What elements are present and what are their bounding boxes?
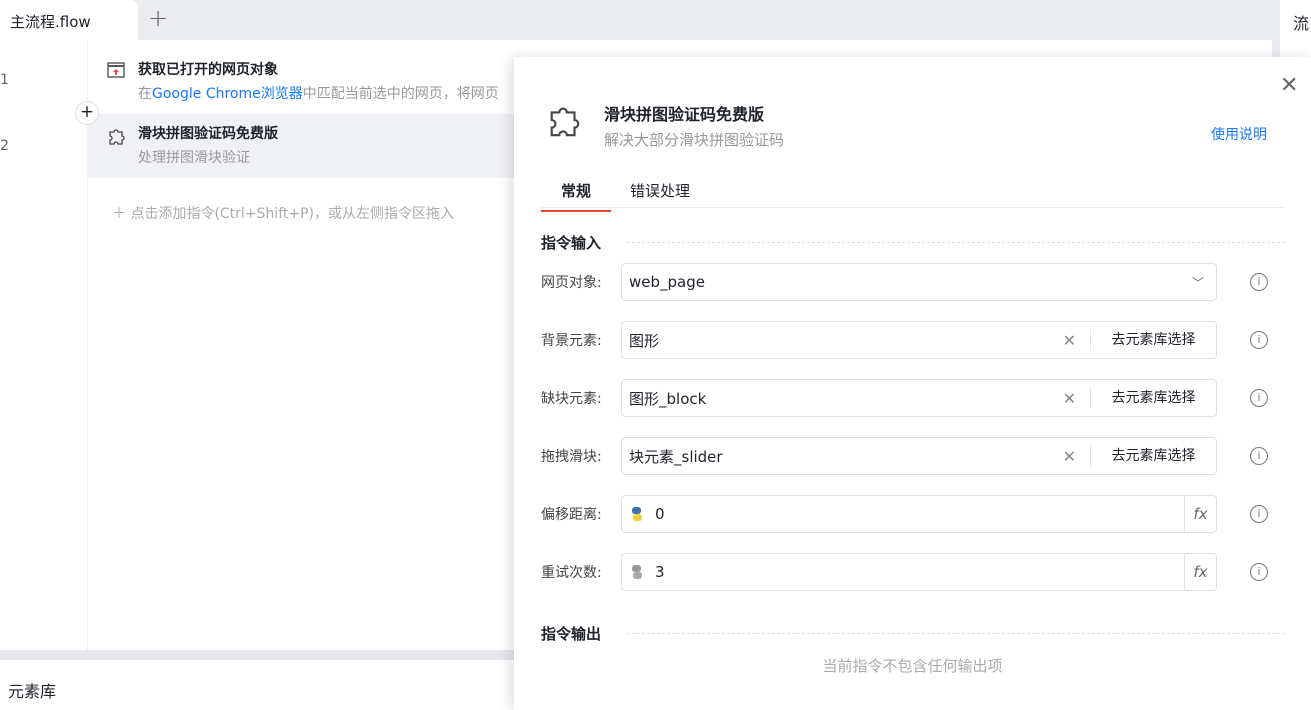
right-panel-title: 流 bbox=[1293, 14, 1310, 33]
tab-error-handling[interactable]: 错误处理 bbox=[630, 180, 690, 201]
tab-bar bbox=[0, 0, 1272, 40]
pick-element-button[interactable]: 去元素库选择 bbox=[1090, 387, 1216, 409]
step-title: 获取已打开的网页对象 bbox=[138, 62, 278, 78]
add-tab-button[interactable]: + bbox=[148, 4, 168, 32]
field-slider: 拖拽滑块: 块元素_slider ✕ 去元素库选择 i bbox=[541, 437, 1291, 475]
settings-tabs: 常规 错误处理 bbox=[541, 176, 1285, 212]
step-desc: 处理拼图滑块验证 bbox=[138, 150, 250, 166]
fx-button[interactable]: fx bbox=[1184, 496, 1216, 532]
info-icon[interactable]: i bbox=[1250, 273, 1268, 291]
line-gutter bbox=[0, 40, 88, 650]
tab-main-flow[interactable]: 主流程.flow bbox=[0, 0, 138, 40]
step-title: 滑块拼图验证码免费版 bbox=[138, 126, 278, 142]
offset-input[interactable]: 0 fx bbox=[621, 495, 1217, 533]
step-slider-captcha[interactable]: 滑块拼图验证码免费版 处理拼图滑块验证 bbox=[88, 114, 514, 178]
puzzle-icon bbox=[107, 126, 127, 150]
info-icon[interactable]: i bbox=[1250, 563, 1268, 581]
retry-input[interactable]: 3 fx bbox=[621, 553, 1217, 591]
info-icon[interactable]: i bbox=[1250, 447, 1268, 465]
puzzle-icon bbox=[546, 101, 584, 143]
tab-general[interactable]: 常规 bbox=[541, 180, 611, 212]
clear-icon[interactable]: ✕ bbox=[1063, 447, 1076, 466]
background-element-input[interactable]: 图形 ✕ 去元素库选择 bbox=[621, 321, 1217, 359]
line-number: 1 bbox=[0, 72, 9, 88]
info-icon[interactable]: i bbox=[1250, 389, 1268, 407]
command-subtitle: 解决大部分滑块拼图验证码 bbox=[604, 131, 785, 149]
browser-icon bbox=[107, 62, 125, 82]
insert-step-button[interactable]: + bbox=[75, 101, 99, 125]
field-offset: 偏移距离: 0 fx i bbox=[541, 495, 1291, 533]
step-desc: 在Google Chrome浏览器中匹配当前选中的网页，将网页 bbox=[138, 86, 499, 102]
python-icon bbox=[629, 506, 645, 522]
input-section-header: 指令输入 bbox=[541, 232, 1285, 253]
splitter[interactable] bbox=[0, 650, 514, 660]
python-icon bbox=[629, 564, 645, 580]
output-section-header: 指令输出 bbox=[541, 623, 1285, 644]
help-link[interactable]: 使用说明 bbox=[1211, 124, 1267, 144]
close-icon[interactable]: ✕ bbox=[1280, 73, 1298, 98]
field-block-element: 缺块元素: 图形_block ✕ 去元素库选择 i bbox=[541, 379, 1291, 417]
block-element-input[interactable]: 图形_block ✕ 去元素库选择 bbox=[621, 379, 1217, 417]
browser-link[interactable]: Google Chrome浏览器 bbox=[152, 86, 303, 102]
command-title: 滑块拼图验证码免费版 bbox=[604, 105, 765, 124]
slider-element-input[interactable]: 块元素_slider ✕ 去元素库选择 bbox=[621, 437, 1217, 475]
chevron-down-icon[interactable]: ﹀ bbox=[1192, 274, 1204, 291]
webpage-select[interactable]: web_page ﹀ bbox=[621, 263, 1217, 301]
step-get-webpage[interactable]: 获取已打开的网页对象 在Google Chrome浏览器中匹配当前选中的网页，将… bbox=[88, 50, 518, 114]
fx-button[interactable]: fx bbox=[1184, 554, 1216, 590]
clear-icon[interactable]: ✕ bbox=[1063, 331, 1076, 350]
no-output-message: 当前指令不包含任何输出项 bbox=[822, 657, 1003, 675]
clear-icon[interactable]: ✕ bbox=[1063, 389, 1076, 408]
command-settings-panel: ✕ 滑块拼图验证码免费版 解决大部分滑块拼图验证码 使用说明 常规 错误处理 指… bbox=[514, 57, 1311, 710]
field-webpage: 网页对象: web_page ﹀ i bbox=[541, 263, 1291, 301]
field-retry: 重试次数: 3 fx i bbox=[541, 553, 1291, 591]
element-library-title: 元素库 bbox=[8, 682, 57, 701]
pick-element-button[interactable]: 去元素库选择 bbox=[1090, 445, 1216, 467]
add-command-hint[interactable]: ＋ 点击添加指令(Ctrl+Shift+P)，或从左侧指令区拖入 bbox=[112, 203, 454, 223]
info-icon[interactable]: i bbox=[1250, 505, 1268, 523]
field-background-element: 背景元素: 图形 ✕ 去元素库选择 i bbox=[541, 321, 1291, 359]
pick-element-button[interactable]: 去元素库选择 bbox=[1090, 329, 1216, 351]
line-number: 2 bbox=[0, 138, 9, 154]
info-icon[interactable]: i bbox=[1250, 331, 1268, 349]
